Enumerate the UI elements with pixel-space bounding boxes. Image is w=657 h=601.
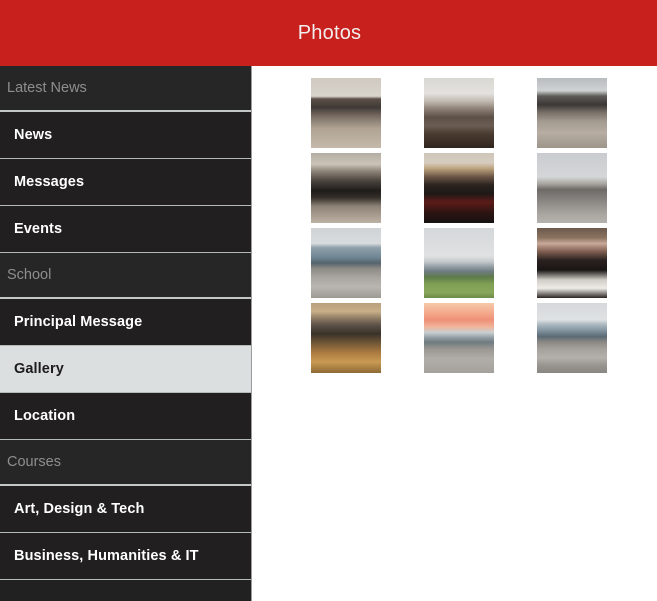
photo-thumbnail[interactable]: [311, 228, 381, 298]
section-header-school: School: [0, 253, 251, 299]
nav-group-school: School Principal Message Gallery Locatio…: [0, 253, 251, 440]
sidebar-item-news[interactable]: News: [0, 112, 251, 159]
photo-thumbnail[interactable]: [424, 78, 494, 148]
photo-thumbnail[interactable]: [537, 228, 607, 298]
sidebar-item-gallery[interactable]: Gallery: [0, 346, 251, 393]
sidebar-navigation[interactable]: Latest News News Messages Events School …: [0, 66, 252, 601]
section-header-latest-news: Latest News: [0, 66, 251, 112]
page-body: Latest News News Messages Events School …: [0, 66, 657, 601]
photo-thumbnail[interactable]: [424, 153, 494, 223]
nav-group-courses: Courses Art, Design & Tech Business, Hum…: [0, 440, 251, 580]
page-header: Photos: [0, 0, 657, 66]
sidebar-item-art-design-tech[interactable]: Art, Design & Tech: [0, 486, 251, 533]
sidebar-item-business-humanities-it[interactable]: Business, Humanities & IT: [0, 533, 251, 580]
photo-thumbnail[interactable]: [537, 303, 607, 373]
photo-thumbnail[interactable]: [424, 228, 494, 298]
gallery-content: [253, 66, 657, 601]
photo-thumbnail[interactable]: [537, 153, 607, 223]
page-title: Photos: [297, 22, 362, 44]
sidebar-item-messages[interactable]: Messages: [0, 159, 251, 206]
photo-thumbnail[interactable]: [311, 153, 381, 223]
section-header-courses: Courses: [0, 440, 251, 486]
photos-gallery-page: Photos Latest News News Messages Events …: [0, 0, 657, 601]
sidebar-item-events[interactable]: Events: [0, 206, 251, 253]
sidebar-item-principal-message[interactable]: Principal Message: [0, 299, 251, 346]
photo-thumbnail[interactable]: [537, 78, 607, 148]
photo-thumbnail[interactable]: [311, 78, 381, 148]
nav-group-latest-news: Latest News News Messages Events: [0, 66, 251, 253]
photo-grid: [311, 78, 611, 378]
photo-thumbnail[interactable]: [424, 303, 494, 373]
sidebar-item-location[interactable]: Location: [0, 393, 251, 440]
photo-thumbnail[interactable]: [311, 303, 381, 373]
